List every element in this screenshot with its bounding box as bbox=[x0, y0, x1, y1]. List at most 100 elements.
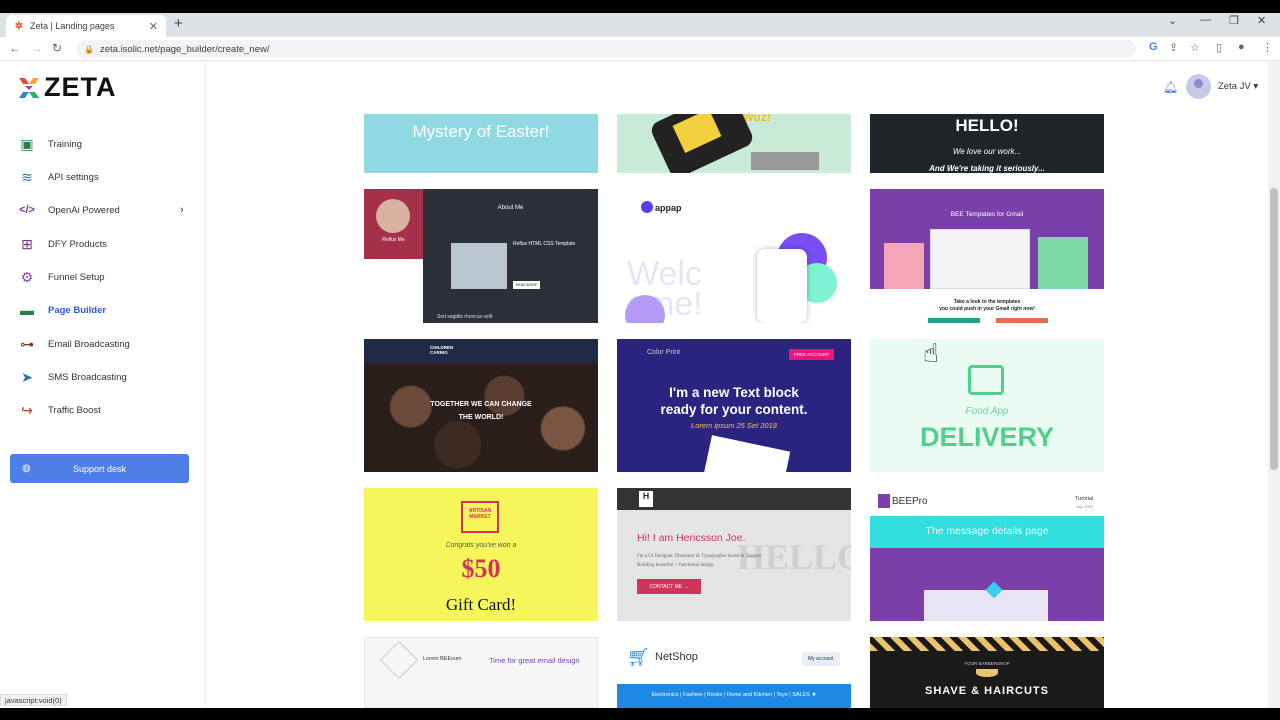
template-card-phone[interactable]: Steve Wuz! bbox=[617, 114, 851, 173]
sidebar-item-dfy-products[interactable]: ⊞ DFY Products bbox=[16, 232, 107, 256]
template-card-artisan-market[interactable]: ARTISAN MARKET Congrats you've won a $50… bbox=[364, 488, 598, 621]
card-stack-right bbox=[1038, 237, 1088, 289]
new-tab-icon[interactable]: + bbox=[174, 15, 183, 32]
template-title: ready for your content. bbox=[660, 402, 808, 417]
chevron-right-icon[interactable]: › bbox=[180, 204, 184, 216]
contact-me-button: CONTACT ME → bbox=[637, 579, 701, 594]
browser-menu-icon[interactable]: ⋮ bbox=[1262, 41, 1273, 54]
share-page-icon[interactable]: ⇪ bbox=[1169, 41, 1178, 54]
cube-logo-icon bbox=[379, 640, 419, 680]
gmail-screenshot bbox=[930, 229, 1030, 289]
sidebar-item-training[interactable]: ▣ Training bbox=[16, 132, 82, 156]
template-title: DELIVERY bbox=[919, 422, 1055, 452]
template-title: Time for great email design bbox=[489, 656, 580, 665]
top-black-bar bbox=[0, 0, 1280, 13]
template-text: YOUR BARBERSHOP bbox=[964, 661, 1010, 666]
stripe-band bbox=[870, 637, 1104, 651]
template-subtitle: Food App bbox=[965, 406, 1009, 417]
restore-icon[interactable]: ❐ bbox=[1229, 14, 1239, 27]
template-card-hericsson[interactable]: H HELLO Hi! I am Hericsson Joe. I'm a UI… bbox=[617, 488, 851, 621]
my-account-button: My account bbox=[802, 652, 840, 666]
ui-mockup bbox=[924, 590, 1048, 621]
wifi-icon: ≋ bbox=[21, 168, 33, 185]
orange-button bbox=[996, 318, 1048, 323]
hand-cursor-icon: ☝︎ bbox=[923, 338, 939, 368]
support-desk-button[interactable]: ◍ Support desk bbox=[10, 454, 189, 483]
template-card-lorem-beesum[interactable]: Lorem BEEsum Time for great email design bbox=[364, 637, 598, 708]
url-text: zeta.isolic.net/page_builder/create_new/ bbox=[99, 43, 270, 55]
tab-strip: ✲ Zeta | Landing pages ✕ bbox=[0, 13, 1280, 37]
profile-menu bbox=[364, 259, 423, 323]
template-title: BEE Templates for Gmail bbox=[950, 211, 1024, 218]
sidebar-item-page-builder[interactable]: ▬ Page Builder bbox=[16, 298, 106, 322]
browser-tab[interactable]: ✲ Zeta | Landing pages ✕ bbox=[6, 15, 166, 37]
sidebar-item-api-settings[interactable]: ≋ API settings bbox=[16, 165, 99, 189]
sidebar-item-label: Email Broadcasting bbox=[48, 338, 130, 350]
training-icon: ▣ bbox=[20, 135, 34, 152]
template-text: Congrats you've won a bbox=[445, 542, 517, 549]
template-heading: About Me bbox=[497, 205, 524, 211]
avatar[interactable] bbox=[1186, 74, 1211, 99]
template-card-reflux[interactable]: Reflux Me About Me Reflux HTML CSS Templ… bbox=[364, 189, 598, 323]
template-card-food-delivery[interactable]: Food App DELIVERY bbox=[870, 339, 1104, 472]
profile-name: Reflux Me bbox=[382, 237, 405, 243]
template-card-barbershop[interactable]: YOUR BARBERSHOP SHAVE & HAIRCUTS bbox=[870, 637, 1104, 708]
beepro-logo-icon bbox=[878, 494, 890, 508]
template-title: TOGETHER WE CAN CHANGE bbox=[430, 401, 532, 408]
template-title: THE WORLD! bbox=[458, 414, 504, 421]
brand-name: CHILDREN CARING bbox=[430, 345, 454, 355]
template-card-beepro[interactable]: BEEPro Tutorial July 2019 The message de… bbox=[870, 488, 1104, 621]
zeta-logo[interactable]: ZETA bbox=[17, 72, 117, 103]
sidebar-item-funnel-setup[interactable]: ⚙ Funnel Setup bbox=[16, 265, 105, 289]
back-icon[interactable]: ← bbox=[9, 41, 21, 55]
bottom-black-bar bbox=[0, 708, 1280, 720]
tab-search-icon[interactable]: ⌄ bbox=[1168, 14, 1177, 27]
phone-mockup bbox=[757, 249, 807, 323]
minimize-icon[interactable]: — bbox=[1200, 14, 1211, 26]
template-subtitle: Reflux HTML CSS Template bbox=[513, 241, 576, 247]
template-card-color-print[interactable]: Color Print FREE ACCOUNT I'm a new Text … bbox=[617, 339, 851, 472]
zeta-logo-mark-icon bbox=[17, 76, 41, 100]
template-card-appap[interactable]: appap Welc ome! bbox=[617, 189, 851, 323]
side-panel-icon[interactable]: ▯ bbox=[1216, 41, 1222, 54]
template-footer: Sed sagittis rhoncus velit bbox=[437, 314, 493, 320]
close-tab-icon[interactable]: ✕ bbox=[149, 20, 158, 33]
bookmark-star-icon[interactable]: ☆ bbox=[1190, 41, 1200, 54]
profile-icon[interactable]: ● bbox=[1238, 41, 1245, 53]
appap-logo-icon bbox=[641, 201, 653, 213]
sidebar-item-openai-powered[interactable]: </> OpenAi Powered bbox=[16, 198, 120, 222]
reload-icon[interactable]: ↻ bbox=[52, 41, 62, 55]
template-card-netshop[interactable]: 🛒︎ NetShop My account Electronics | Fash… bbox=[617, 637, 851, 708]
zeta-favicon-icon: ✲ bbox=[14, 20, 24, 32]
brand-name: Lorem BEEsum bbox=[423, 656, 462, 662]
template-text: Building beautiful + functional design. bbox=[637, 563, 715, 568]
brand-name: appap bbox=[655, 203, 682, 213]
template-card-bee-gmail[interactable]: BEE Templates for Gmail Take a look to t… bbox=[870, 189, 1104, 323]
tag-label: Tutorial bbox=[1075, 496, 1094, 502]
sidebar-item-sms-broadcasting[interactable]: ➤ SMS Broadcasting bbox=[16, 365, 127, 389]
template-text: you could push in your Gmail right now! bbox=[939, 306, 1035, 312]
url-bar[interactable]: 🔒 zeta.isolic.net/page_builder/create_ne… bbox=[76, 40, 1136, 58]
bell-icon[interactable]: 🔔︎ bbox=[1163, 80, 1178, 94]
gift-icon: ⊞ bbox=[21, 235, 33, 252]
user-menu[interactable]: Zeta JV ▾ bbox=[1218, 81, 1258, 92]
sidebar-item-traffic-boost[interactable]: ↪ Traffic Boost bbox=[16, 398, 101, 422]
google-icon[interactable]: G bbox=[1149, 41, 1158, 53]
close-window-icon[interactable]: ✕ bbox=[1257, 14, 1266, 27]
scrollbar-thumb[interactable] bbox=[1270, 188, 1278, 470]
forward-icon[interactable]: → bbox=[31, 41, 43, 55]
template-card-easter[interactable]: Mystery of Easter! bbox=[364, 114, 598, 173]
send-icon: ➤ bbox=[21, 368, 33, 385]
mustache-icon bbox=[976, 669, 998, 677]
category-nav: Electronics | Fashion | Books | Home and… bbox=[651, 692, 817, 698]
top-header bbox=[206, 62, 1268, 114]
template-title: The message details page bbox=[925, 525, 1049, 537]
headset-icon: ◍ bbox=[22, 463, 31, 474]
template-card-hello[interactable]: HELLO! We love our work... And We're tak… bbox=[870, 114, 1104, 173]
sidebar-item-label: Page Builder bbox=[48, 304, 107, 316]
sidebar-item-email-broadcasting[interactable]: ⊶ Email Broadcasting bbox=[16, 332, 130, 356]
logo-text: ZETA bbox=[44, 72, 117, 102]
sidebar-item-label: API settings bbox=[48, 171, 99, 183]
brand-name: Color Print bbox=[647, 349, 681, 356]
template-card-children-caring[interactable]: CHILDREN CARING TOGETHER WE CAN CHANGE T… bbox=[364, 339, 598, 472]
